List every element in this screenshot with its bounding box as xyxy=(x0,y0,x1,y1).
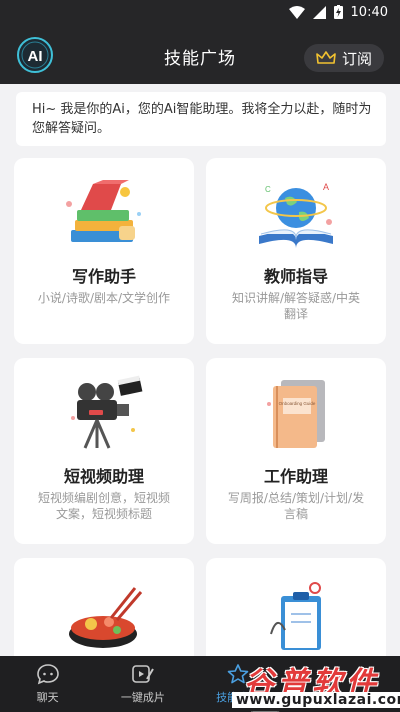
watermark-logo: 谷普软件园 www.gupuxlazai.com xyxy=(214,658,400,712)
crown-icon xyxy=(316,51,336,64)
app-header: AI 技能广场 订阅 xyxy=(0,24,400,84)
card-teacher-guidance[interactable]: A C 教师指导 知识讲解/解答疑惑/中英翻译 xyxy=(206,158,386,344)
globe-book-icon: A C xyxy=(259,182,333,248)
wifi-icon xyxy=(288,5,305,19)
signal-icon xyxy=(312,5,326,19)
status-bar: 10:40 xyxy=(0,0,400,24)
card-food[interactable] xyxy=(14,558,194,656)
card-title: 写作助手 xyxy=(71,267,136,286)
card-short-video-assistant[interactable]: 短视频助理 短视频编剧创意，短视频文案，短视频标题 xyxy=(14,358,194,544)
card-description: 写周报/总结/策划/计划/发言稿 xyxy=(227,491,365,521)
nav-one-click-video[interactable]: 一键成片 xyxy=(95,656,190,712)
card-description: 短视频编剧创意，短视频文案，短视频标题 xyxy=(37,491,170,521)
books-icon xyxy=(66,180,141,242)
card-title: 教师指导 xyxy=(263,267,328,286)
nav-label: 聊天 xyxy=(36,691,59,704)
movie-camera-icon xyxy=(71,375,143,449)
subscribe-label: 订阅 xyxy=(341,49,372,68)
video-edit-icon xyxy=(132,665,154,683)
nav-label: 一键成片 xyxy=(120,691,165,704)
chat-icon xyxy=(36,664,59,685)
battery-icon xyxy=(333,5,343,19)
subscribe-button[interactable]: 订阅 xyxy=(304,44,384,72)
card-work-assistant[interactable]: Onboarding Guide 工作助理 写周报/总结/策划/计划/发言稿 xyxy=(206,358,386,544)
svg-text:A: A xyxy=(323,182,329,192)
status-time: 10:40 xyxy=(350,4,388,20)
card-medical[interactable] xyxy=(206,558,386,656)
food-bowl-icon xyxy=(69,587,143,648)
notebook-icon: Onboarding Guide xyxy=(267,380,325,448)
medical-clipboard-icon xyxy=(270,582,321,650)
card-writing-assistant[interactable]: 写作助手 小说/诗歌/剧本/文学创作 xyxy=(14,158,194,344)
card-description: 小说/诗歌/剧本/文学创作 xyxy=(37,291,171,305)
svg-text:C: C xyxy=(265,185,271,194)
watermark-url: www.gupuxlazai.com xyxy=(232,692,400,708)
nav-chat[interactable]: 聊天 xyxy=(0,656,95,712)
notebook-label: Onboarding Guide xyxy=(279,401,316,406)
card-title: 工作助理 xyxy=(263,467,328,486)
card-description: 知识讲解/解答疑惑/中英翻译 xyxy=(231,291,361,321)
card-title: 短视频助理 xyxy=(63,467,144,486)
skill-plaza-content[interactable]: Hi~ 我是你的Ai，您的Ai智能助理。我将全力以赴，随时为您解答疑问。 写作助… xyxy=(0,84,400,656)
greeting-message: Hi~ 我是你的Ai，您的Ai智能助理。我将全力以赴，随时为您解答疑问。 xyxy=(16,92,386,146)
